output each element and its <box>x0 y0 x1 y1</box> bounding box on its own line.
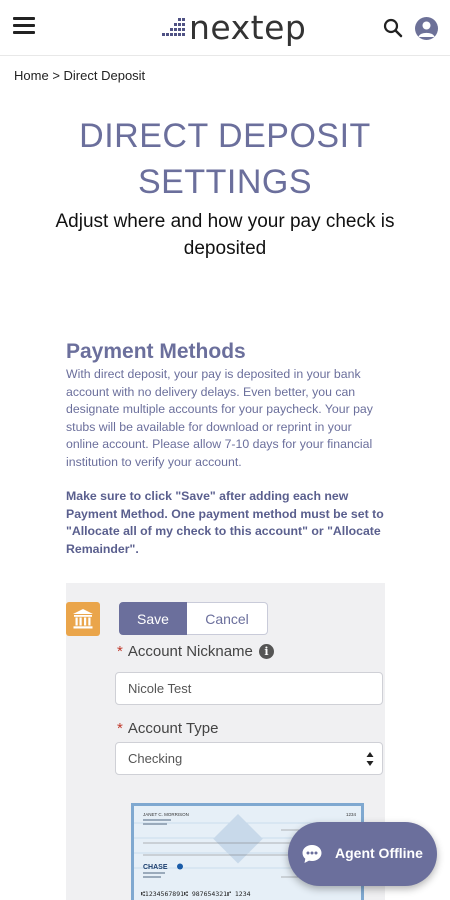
account-type-select[interactable]: Checking <box>115 742 383 775</box>
page-subtitle: Adjust where and how your pay check is d… <box>55 211 395 259</box>
check-account-holder: JANET C. MORRISON <box>143 812 189 817</box>
save-button[interactable]: Save <box>119 602 187 635</box>
required-marker: * <box>117 643 123 660</box>
nextep-logo[interactable]: nextep <box>160 8 306 48</box>
breadcrumb: Home > Direct Deposit <box>14 68 145 83</box>
account-nickname-label: * Account Nickname i <box>117 643 274 660</box>
account-nickname-input[interactable]: Nicole Test <box>115 672 383 705</box>
required-marker: * <box>117 720 123 737</box>
header-divider <box>0 55 450 56</box>
logo-text: nextep <box>189 8 307 47</box>
page-title-line-2: SETTINGS <box>137 163 313 201</box>
bank-icon <box>66 602 100 636</box>
hamburger-menu-icon[interactable] <box>13 17 35 34</box>
account-nickname-label-text: Account Nickname <box>127 643 253 660</box>
page-title-line-1: DIRECT DEPOSIT <box>79 117 371 155</box>
breadcrumb-separator: > <box>52 68 60 83</box>
breadcrumb-home-link[interactable]: Home <box>14 68 49 83</box>
chat-agent-button[interactable]: Agent Offline <box>288 822 437 886</box>
check-bank-name: CHASE <box>143 864 168 871</box>
search-icon[interactable] <box>382 17 404 39</box>
payment-methods-save-note: Make sure to click "Save" after adding e… <box>66 489 384 556</box>
info-icon[interactable]: i <box>258 644 274 659</box>
payment-methods-heading: Payment Methods <box>66 340 246 363</box>
chat-status-label: Agent Offline <box>335 845 423 861</box>
cancel-button[interactable]: Cancel <box>187 602 268 635</box>
account-type-value: Checking <box>128 751 183 766</box>
select-arrows-icon <box>366 752 374 766</box>
account-type-label-text: Account Type <box>127 720 219 737</box>
payment-methods-section: Payment Methods With direct deposit, you… <box>66 338 386 471</box>
chat-bubble-icon <box>302 845 322 863</box>
logo-dots-icon <box>162 18 185 36</box>
user-avatar-icon[interactable] <box>415 17 438 40</box>
account-nickname-value: Nicole Test <box>128 681 192 696</box>
form-action-buttons: Save Cancel <box>119 602 268 635</box>
check-micr-line: ⑆1234567891⑆ 987654321⑈ 1234 <box>141 890 251 898</box>
page-title: DIRECT DEPOSIT SETTINGS <box>0 113 450 205</box>
check-number: 1234 <box>346 812 357 817</box>
top-header: nextep <box>0 0 450 56</box>
account-type-label: * Account Type <box>117 720 218 737</box>
breadcrumb-current: Direct Deposit <box>63 68 146 83</box>
payment-methods-description: With direct deposit, your pay is deposit… <box>66 367 373 469</box>
